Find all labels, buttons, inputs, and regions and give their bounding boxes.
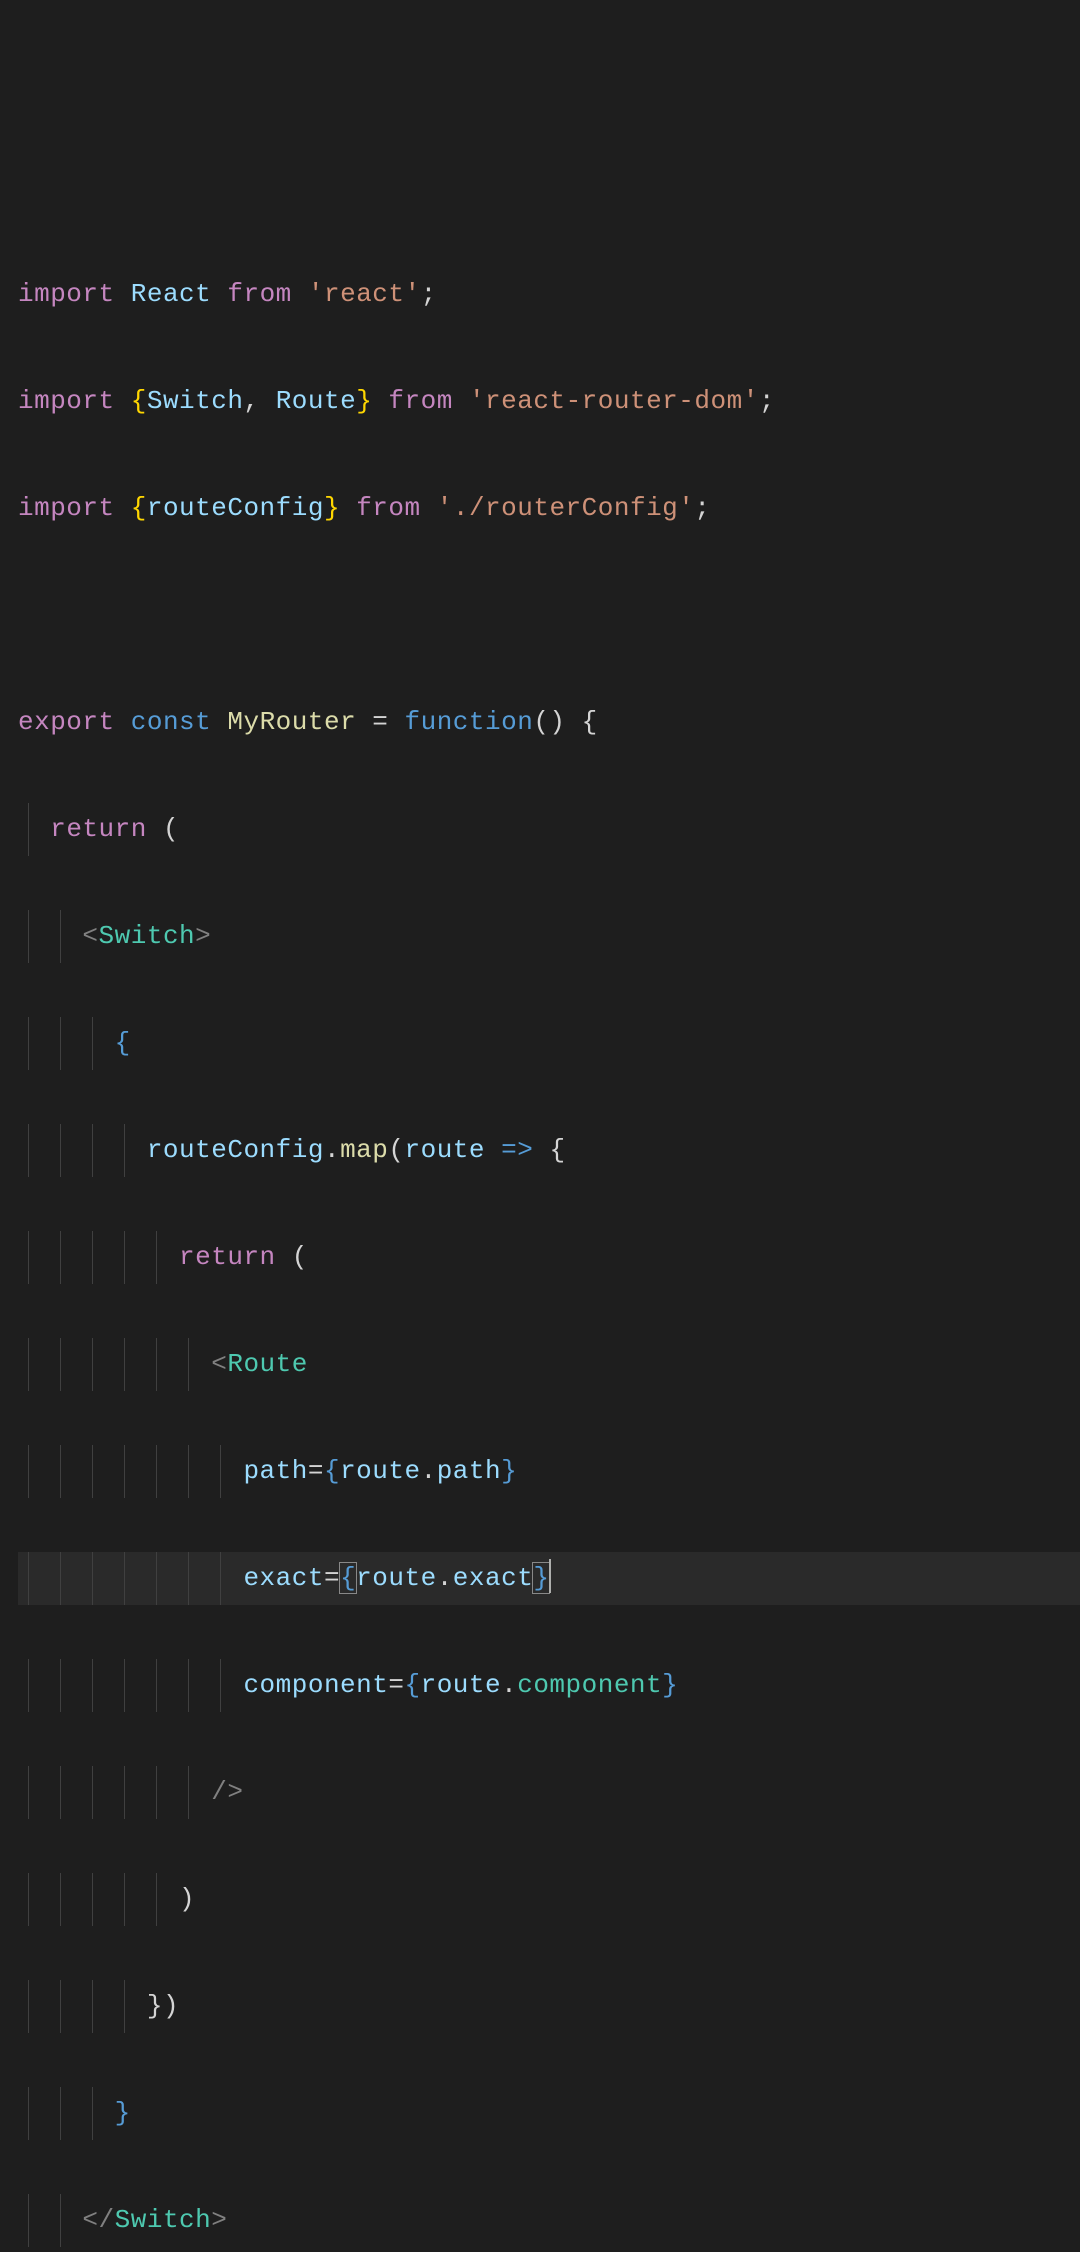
equals: = xyxy=(324,1563,340,1593)
dot: . xyxy=(421,1456,437,1486)
string-literal: 'react' xyxy=(308,279,421,309)
method: map xyxy=(340,1135,388,1165)
tag-close: > xyxy=(211,2205,227,2235)
keyword-from: from xyxy=(227,279,291,309)
tag-close: > xyxy=(195,921,211,951)
jsx-attr: exact xyxy=(243,1563,324,1593)
code-line[interactable]: </Switch> xyxy=(18,2194,1080,2248)
semicolon: ; xyxy=(759,386,775,416)
jsx-attr: component xyxy=(243,1670,388,1700)
brace: } xyxy=(324,493,340,523)
code-line-active[interactable]: exact={route.exact} xyxy=(18,1552,1080,1606)
semicolon: ; xyxy=(421,279,437,309)
paren: ) xyxy=(163,1991,179,2021)
brace-matched: } xyxy=(532,1562,550,1594)
keyword-import: import xyxy=(18,493,115,523)
brace: { xyxy=(131,493,147,523)
brace: { xyxy=(324,1456,340,1486)
code-line[interactable]: }) xyxy=(18,1980,1080,2034)
code-line[interactable]: import React from 'react'; xyxy=(18,268,1080,322)
semicolon: ; xyxy=(694,493,710,523)
tag-selfclose: /> xyxy=(211,1777,243,1807)
brace: { xyxy=(566,707,598,737)
identifier: route xyxy=(421,1670,502,1700)
code-line[interactable]: ) xyxy=(18,1873,1080,1927)
keyword-from: from xyxy=(356,493,420,523)
identifier: routeConfig xyxy=(147,1135,324,1165)
brace: } xyxy=(662,1670,678,1700)
code-line[interactable]: { xyxy=(18,1017,1080,1071)
paren: ( xyxy=(147,814,179,844)
code-line[interactable] xyxy=(18,589,1080,643)
keyword-from: from xyxy=(388,386,452,416)
brace: { xyxy=(131,386,147,416)
code-line[interactable]: import {routeConfig} from './routerConfi… xyxy=(18,482,1080,536)
string-literal: 'react-router-dom' xyxy=(469,386,759,416)
code-line[interactable]: component={route.component} xyxy=(18,1659,1080,1713)
property: path xyxy=(437,1456,501,1486)
identifier: routeConfig xyxy=(147,493,324,523)
keyword-import: import xyxy=(18,279,115,309)
brace: } xyxy=(356,386,372,416)
tag-open: < xyxy=(211,1349,227,1379)
keyword-return: return xyxy=(179,1242,276,1272)
code-line[interactable]: return ( xyxy=(18,1231,1080,1285)
paren: ( xyxy=(276,1242,308,1272)
brace: { xyxy=(404,1670,420,1700)
property: exact xyxy=(453,1563,534,1593)
equals: = xyxy=(388,1670,404,1700)
keyword-import: import xyxy=(18,386,115,416)
paren: ( xyxy=(388,1135,404,1165)
equals: = xyxy=(308,1456,324,1486)
code-line[interactable]: export const MyRouter = function() { xyxy=(18,696,1080,750)
keyword-const: const xyxy=(131,707,212,737)
code-line[interactable]: <Route xyxy=(18,1338,1080,1392)
code-line[interactable]: /> xyxy=(18,1766,1080,1820)
code-line[interactable]: import {Switch, Route} from 'react-route… xyxy=(18,375,1080,429)
string-literal: './routerConfig' xyxy=(437,493,695,523)
jsx-attr: path xyxy=(243,1456,307,1486)
keyword-export: export xyxy=(18,707,115,737)
keyword-return: return xyxy=(50,814,147,844)
brace: } xyxy=(501,1456,517,1486)
property: component xyxy=(517,1670,662,1700)
tag-open: < xyxy=(82,921,98,951)
brace: } xyxy=(115,2098,131,2128)
tag-open: </ xyxy=(82,2205,114,2235)
parens: () xyxy=(533,707,565,737)
brace: { xyxy=(115,1028,131,1058)
text-cursor xyxy=(549,1559,551,1593)
dot: . xyxy=(324,1135,340,1165)
jsx-tag: Route xyxy=(227,1349,308,1379)
dot: . xyxy=(501,1670,517,1700)
brace-matched: { xyxy=(339,1562,357,1594)
comma: , xyxy=(243,386,275,416)
arrow: => xyxy=(485,1135,549,1165)
keyword-function: function xyxy=(405,707,534,737)
dot: . xyxy=(437,1563,453,1593)
code-line[interactable]: path={route.path} xyxy=(18,1445,1080,1499)
code-line[interactable]: <Switch> xyxy=(18,910,1080,964)
identifier: Route xyxy=(276,386,357,416)
code-line[interactable]: return ( xyxy=(18,803,1080,857)
paren: ) xyxy=(179,1884,195,1914)
identifier: React xyxy=(131,279,212,309)
brace: } xyxy=(147,1991,163,2021)
operator: = xyxy=(356,707,404,737)
brace: { xyxy=(549,1135,565,1165)
identifier: Switch xyxy=(147,386,244,416)
jsx-tag: Switch xyxy=(99,921,196,951)
identifier: route xyxy=(340,1456,421,1486)
jsx-tag: Switch xyxy=(115,2205,212,2235)
code-line[interactable]: routeConfig.map(route => { xyxy=(18,1124,1080,1178)
code-editor[interactable]: import React from 'react'; import {Switc… xyxy=(0,214,1080,2252)
parameter: route xyxy=(405,1135,486,1165)
code-line[interactable]: } xyxy=(18,2087,1080,2141)
identifier: route xyxy=(356,1563,437,1593)
identifier: MyRouter xyxy=(227,707,356,737)
